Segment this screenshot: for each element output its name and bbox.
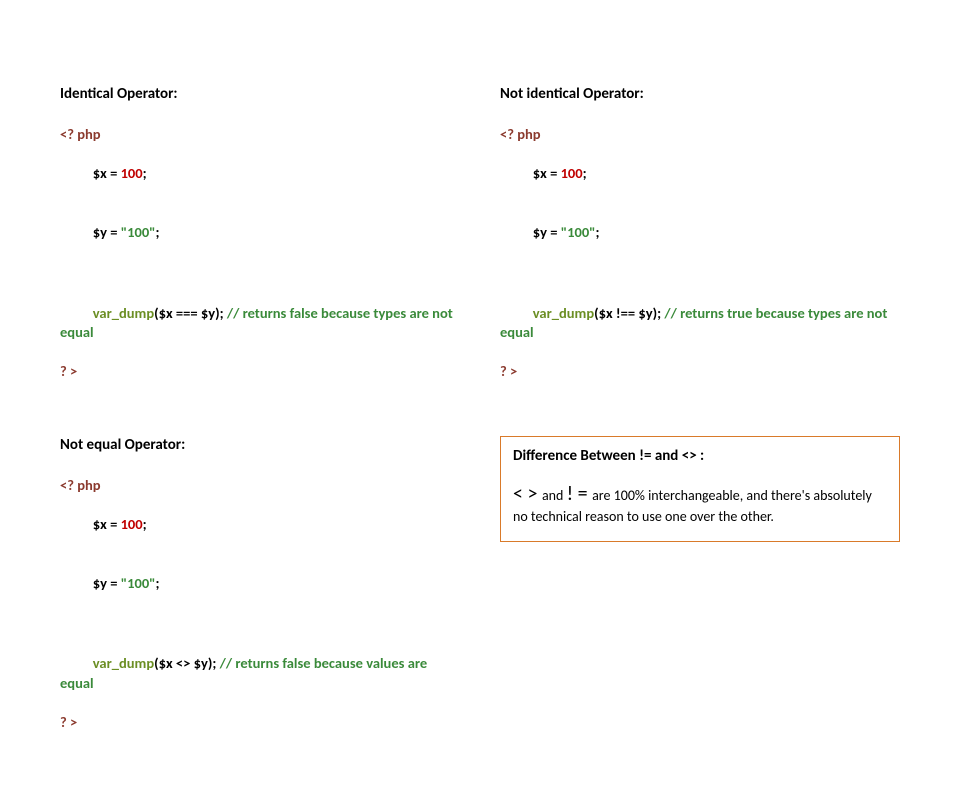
code-text: ($x <> $y); [154,654,220,672]
code-text: ; [156,574,160,592]
code-text: ; [596,223,600,241]
code-number: 100 [121,515,143,533]
code-notequal: <? php $x = 100; $y = "100"; [60,476,460,613]
heading-difference: Difference Between != and <> : [513,447,887,465]
code-text: $x = [93,164,121,182]
code-number: 100 [121,164,143,182]
php-close: ? > [500,362,517,380]
section-identical: Identical Operator: <? php $x = 100; $y … [60,85,460,404]
code-notequal-dump: var_dump($x <> $y); // returns false bec… [60,635,460,733]
code-text: ($x !== $y); [594,304,664,322]
code-notidentical: <? php $x = 100; $y = "100"; [500,125,900,262]
php-close: ? > [60,362,77,380]
right-column: Not identical Operator: <? php $x = 100;… [500,85,900,765]
fn-name: var_dump [533,304,594,322]
text: and [542,487,567,504]
php-open: <? php [60,476,101,494]
fn-name: var_dump [93,654,154,672]
difference-box: Difference Between != and <> : < > and !… [500,436,900,542]
code-text: ; [156,223,160,241]
code-string: "100" [561,223,596,241]
php-open: <? php [500,125,541,143]
code-string: "100" [121,574,156,592]
code-text: ($x === $y); [154,304,227,322]
page: Identical Operator: <? php $x = 100; $y … [0,0,960,785]
code-text: $y = [533,223,561,241]
section-notequal: Not equal Operator: <? php $x = 100; $y … [60,436,460,733]
code-text: ; [583,164,587,182]
heading-notequal: Not equal Operator: [60,436,460,454]
symbol-ltgt: < > [513,482,542,506]
php-close: ? > [60,713,77,731]
heading-notidentical: Not identical Operator: [500,85,900,103]
code-text: $x = [533,164,561,182]
code-text: $y = [93,574,121,592]
code-text: ; [143,164,147,182]
difference-body: < > and ! = are 100% interchangeable, an… [513,481,887,527]
fn-name: var_dump [93,304,154,322]
code-text: $x = [93,515,121,533]
heading-identical: Identical Operator: [60,85,460,103]
code-text: $y = [93,223,121,241]
code-identical: <? php $x = 100; $y = "100"; [60,125,460,262]
left-column: Identical Operator: <? php $x = 100; $y … [60,85,460,765]
code-notidentical-dump: var_dump($x !== $y); // returns true bec… [500,284,900,382]
section-notidentical: Not identical Operator: <? php $x = 100;… [500,85,900,404]
php-open: <? php [60,125,101,143]
symbol-noteq: ! = [567,482,593,506]
code-string: "100" [121,223,156,241]
code-number: 100 [561,164,583,182]
code-text: ; [143,515,147,533]
code-identical-dump: var_dump($x === $y); // returns false be… [60,284,460,382]
